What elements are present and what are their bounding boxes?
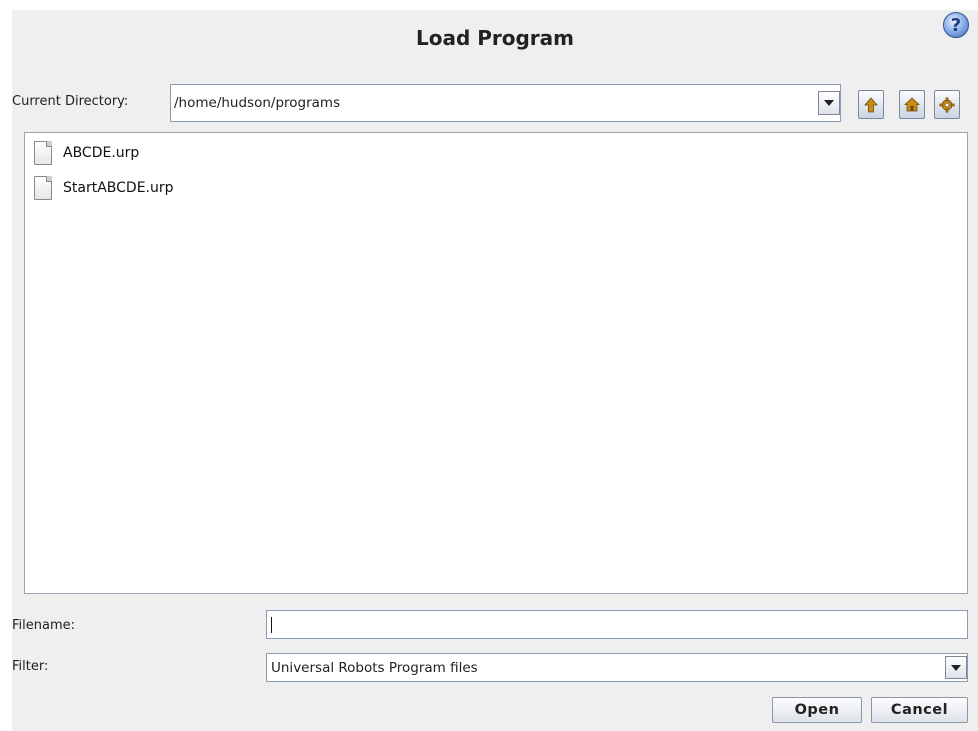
filter-combo[interactable]: Universal Robots Program files [266, 653, 968, 682]
load-program-dialog: Load Program ? Current Directory: /home/… [12, 10, 978, 731]
help-glyph: ? [950, 14, 962, 36]
chevron-down-icon [824, 100, 834, 106]
file-list[interactable]: ABCDE.urp StartABCDE.urp [24, 132, 968, 594]
current-directory-combo[interactable]: /home/hudson/programs [170, 84, 841, 122]
filter-value: Universal Robots Program files [271, 659, 478, 676]
filename-label: Filename: [12, 618, 76, 633]
dialog-title: Load Program [415, 26, 575, 50]
filter-label: Filter: [12, 659, 49, 674]
parent-directory-button[interactable] [858, 90, 884, 119]
open-button[interactable]: Open [772, 697, 862, 723]
file-list-item[interactable]: StartABCDE.urp [34, 174, 174, 202]
file-icon [34, 141, 52, 165]
text-cursor [271, 616, 272, 633]
file-icon [34, 176, 52, 200]
directory-settings-button[interactable] [934, 90, 960, 119]
filename-input[interactable] [266, 610, 968, 639]
current-directory-value: /home/hudson/programs [174, 95, 341, 111]
home-icon [904, 97, 920, 112]
up-arrow-icon [864, 96, 878, 112]
file-name: StartABCDE.urp [63, 180, 174, 196]
cancel-button[interactable]: Cancel [871, 697, 968, 723]
directory-dropdown-button[interactable] [818, 91, 840, 115]
current-directory-label: Current Directory: [12, 94, 129, 109]
gear-icon [939, 96, 955, 113]
chevron-down-icon [951, 664, 961, 671]
help-icon[interactable]: ? [943, 12, 969, 38]
file-list-item[interactable]: ABCDE.urp [34, 139, 139, 167]
filter-dropdown-button[interactable] [945, 656, 967, 679]
file-name: ABCDE.urp [63, 145, 140, 161]
home-directory-button[interactable] [899, 90, 925, 119]
